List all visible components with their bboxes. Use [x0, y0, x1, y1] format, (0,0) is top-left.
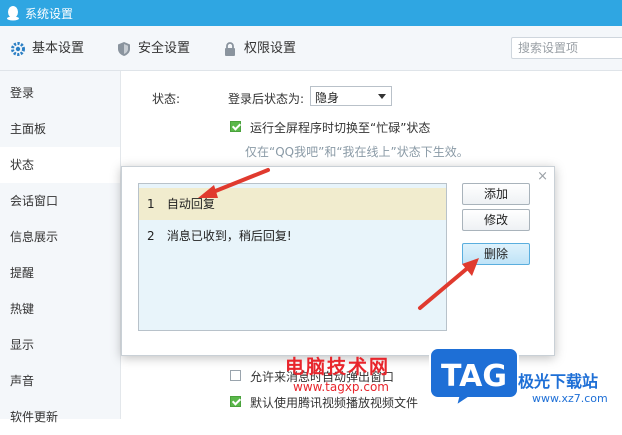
sidebar: 登录 主面板 状态 会话窗口 信息展示 提醒 热键 显示 声音 软件更新 [0, 71, 121, 424]
list-item[interactable]: 1 自动回复 [139, 188, 446, 220]
window-title: 系统设置 [25, 7, 74, 21]
watermark-right-text: 极光下载站 [518, 372, 599, 391]
title-bar: 系统设置 [0, 0, 622, 26]
sidebar-item-info-display[interactable]: 信息展示 [0, 219, 120, 255]
reply-text: 自动回复 [166, 197, 215, 211]
default-video-label: 默认使用腾讯视频播放视频文件 [250, 396, 419, 410]
allow-popup-checkbox[interactable] [230, 370, 241, 381]
add-button[interactable]: 添加 [462, 183, 530, 205]
tag-logo-badge: TAG [429, 347, 519, 408]
fullscreen-busy-label: 运行全屏程序时切换至“忙碌”状态 [250, 121, 431, 135]
edit-button[interactable]: 修改 [462, 209, 530, 231]
reply-number: 2 [147, 229, 155, 243]
auto-reply-dialog: × 1 自动回复 2 消息已收到，稍后回复! 添加 修改 删除 [121, 166, 555, 356]
close-icon[interactable]: × [537, 169, 548, 184]
tab-label: 安全设置 [138, 41, 191, 56]
reply-text: 消息已收到，稍后回复! [166, 229, 292, 243]
status-hint: 仅在“QQ我吧”和“我在线上”状态下生效。 [245, 145, 469, 159]
sidebar-item-reminder[interactable]: 提醒 [0, 255, 120, 291]
search-input[interactable] [511, 37, 622, 59]
delete-button[interactable]: 删除 [462, 243, 530, 265]
tab-label: 基本设置 [32, 41, 85, 56]
fullscreen-busy-checkbox[interactable] [230, 121, 241, 132]
lock-icon [225, 42, 235, 56]
svg-text:TAG: TAG [441, 359, 507, 394]
login-status-value: 隐身 [315, 91, 340, 105]
watermark-site-name: 电脑技术网 [285, 356, 391, 378]
sidebar-item-software-update[interactable]: 软件更新 [0, 399, 120, 435]
sidebar-item-status[interactable]: 状态 [0, 147, 120, 183]
gear-icon [11, 42, 25, 56]
sidebar-item-main-panel[interactable]: 主面板 [0, 111, 120, 147]
auto-reply-list[interactable]: 1 自动回复 2 消息已收到，稍后回复! [138, 183, 447, 331]
reply-number: 1 [147, 197, 155, 211]
shield-icon [118, 42, 130, 56]
sidebar-item-hotkeys[interactable]: 热键 [0, 291, 120, 327]
login-status-select[interactable]: 隐身 [310, 86, 392, 106]
login-status-label: 登录后状态为: [228, 92, 305, 106]
qq-penguin-icon [7, 6, 19, 21]
watermark-right-url: www.xz7.com [532, 392, 608, 405]
sidebar-item-sound[interactable]: 声音 [0, 363, 120, 399]
default-video-checkbox[interactable] [230, 396, 241, 407]
sidebar-item-display[interactable]: 显示 [0, 327, 120, 363]
section-label: 状态: [152, 92, 181, 106]
sidebar-item-login[interactable]: 登录 [0, 75, 120, 111]
top-nav: 基本设置 安全设置 权限设置 [0, 26, 622, 71]
chevron-down-icon [378, 94, 386, 99]
tab-label: 权限设置 [244, 41, 297, 56]
watermark-site-url: www.tagxp.com [293, 380, 389, 394]
list-item[interactable]: 2 消息已收到，稍后回复! [139, 220, 446, 252]
sidebar-item-chat-window[interactable]: 会话窗口 [0, 183, 120, 219]
